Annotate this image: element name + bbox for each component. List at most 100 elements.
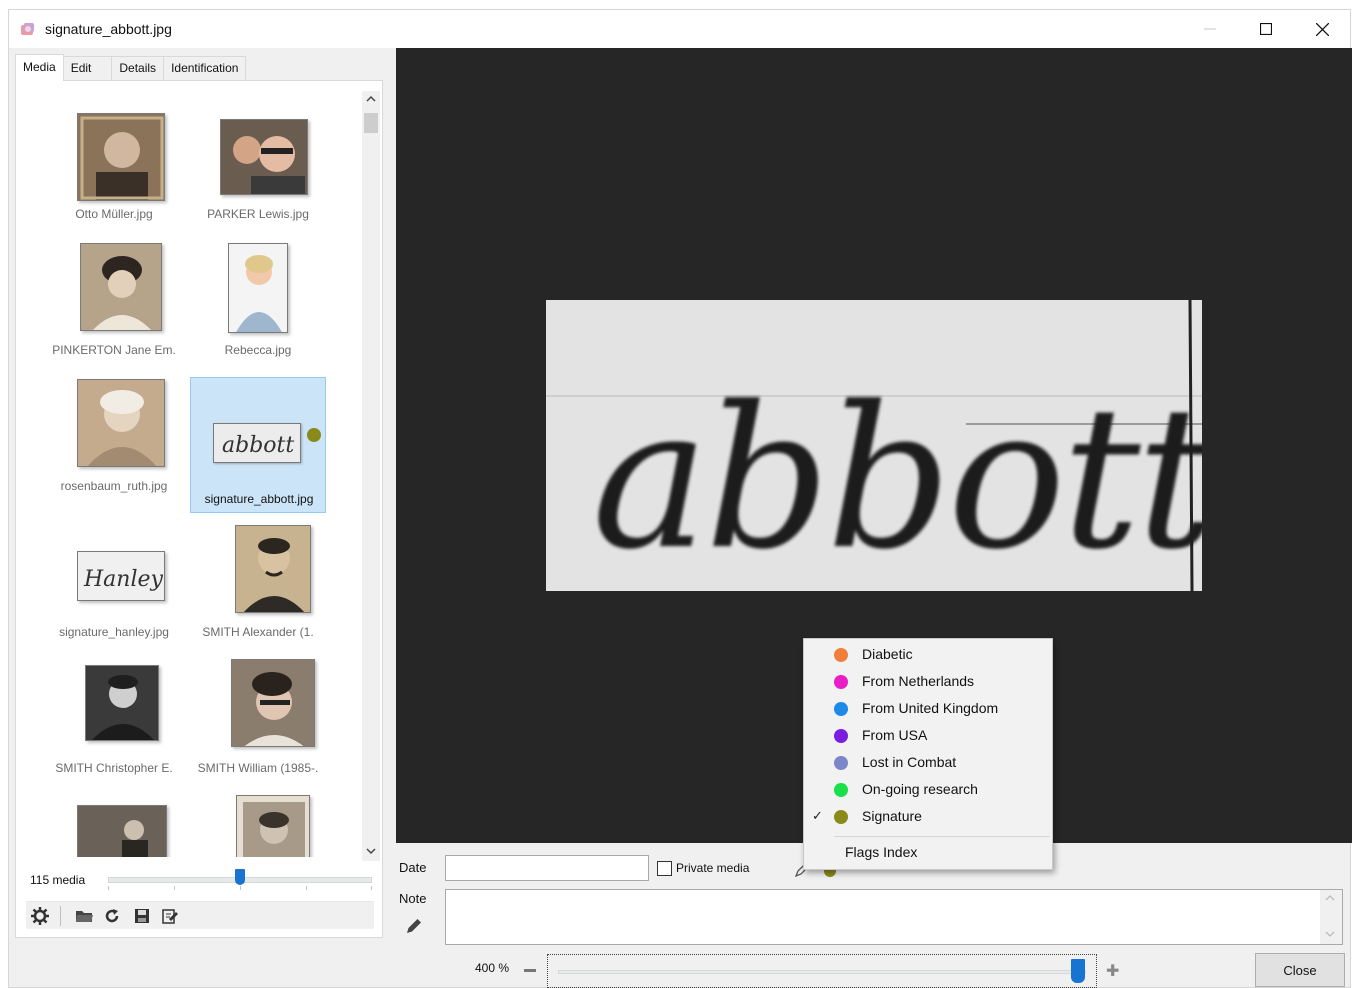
- thumbnail-image: [231, 659, 315, 747]
- flag-indicator-dot: [307, 428, 321, 442]
- thumbnail-label: SMITH Alexander (1.: [202, 625, 314, 639]
- menu-item-label: From USA: [862, 727, 928, 743]
- thumbnail-label: PARKER Lewis.jpg: [207, 207, 309, 221]
- thumbnail-item[interactable]: SMITH William (1985-.: [190, 649, 326, 785]
- menu-separator: [834, 836, 1050, 837]
- minimize-button[interactable]: [1187, 10, 1233, 48]
- menu-item-lost-in-combat[interactable]: Lost in Combat: [804, 749, 1052, 776]
- thumbnail-label: Otto Müller.jpg: [75, 207, 153, 221]
- media-window: signature_abbott.jpg Media Edit Details …: [8, 9, 1352, 988]
- thumbnail-image: [85, 665, 159, 741]
- thumbnail-image: abbott: [213, 423, 301, 463]
- zoom-level: 400 %: [475, 961, 510, 975]
- flag-color-dot: [834, 756, 848, 770]
- tab-identification[interactable]: Identification: [163, 56, 247, 80]
- gear-icon[interactable]: [30, 906, 50, 926]
- toolbar-divider: [60, 906, 61, 926]
- maximize-button[interactable]: [1243, 10, 1289, 48]
- minimize-icon: [1204, 28, 1216, 30]
- menu-item-from-united-kingdom[interactable]: From United Kingdom: [804, 695, 1052, 722]
- flag-color-dot: [834, 783, 848, 797]
- slider-thumb[interactable]: [235, 869, 245, 885]
- thumbnail-image: [228, 243, 288, 333]
- thumbnail-item[interactable]: Rebecca.jpg: [190, 241, 326, 377]
- zoom-in-icon[interactable]: ✚: [1106, 961, 1119, 981]
- close-window-button[interactable]: [1299, 10, 1345, 48]
- slider-tick: [306, 886, 307, 890]
- thumbnail-image: [77, 805, 167, 857]
- thumbnail-label: SMITH Christopher E.: [55, 761, 173, 775]
- flag-color-dot: [834, 675, 848, 689]
- menu-item-label: On-going research: [862, 781, 978, 797]
- thumbnail-scrollbar[interactable]: [362, 91, 380, 861]
- thumbnail-item-selected[interactable]: abbott signature_abbott.jpg: [190, 377, 326, 513]
- thumbnail-item[interactable]: [190, 785, 326, 857]
- thumbnail-size-slider[interactable]: [108, 869, 372, 891]
- slider-tick: [108, 886, 109, 890]
- thumbnail-image: [77, 113, 165, 201]
- thumbnail-item[interactable]: PINKERTON Jane Em.: [46, 241, 182, 377]
- thumbnail-item[interactable]: SMITH Alexander (1.: [190, 513, 326, 649]
- menu-item-flags-index[interactable]: Flags Index: [845, 844, 917, 860]
- scroll-down-icon[interactable]: [1324, 930, 1336, 941]
- menu-item-on-going-research[interactable]: On-going research: [804, 776, 1052, 803]
- thumbnail-grid: Otto Müller.jpg PARKER Lewis.jpg PINKERT…: [46, 105, 358, 857]
- tab-media[interactable]: Media: [15, 54, 64, 81]
- thumbnail-label: Rebecca.jpg: [224, 343, 292, 357]
- media-toolbar: [26, 901, 374, 929]
- thumbnail-item[interactable]: Hanley signature_hanley.jpg: [46, 513, 182, 649]
- thumbnail-item[interactable]: PARKER Lewis.jpg: [190, 105, 326, 241]
- title-bar: signature_abbott.jpg: [9, 10, 1350, 48]
- slider-tick: [371, 886, 372, 890]
- thumbnail-image: [235, 525, 311, 613]
- zoom-out-icon[interactable]: [524, 969, 536, 972]
- thumbnail-item[interactable]: SMITH Christopher E.: [46, 649, 182, 785]
- edit-document-icon[interactable]: [160, 906, 180, 926]
- scrollbar-thumb[interactable]: [364, 113, 378, 133]
- date-input[interactable]: [445, 855, 649, 881]
- app-icon: [19, 20, 37, 38]
- scroll-down-icon[interactable]: [362, 843, 380, 861]
- scroll-up-icon[interactable]: [362, 91, 380, 109]
- menu-item-label: From Netherlands: [862, 673, 975, 689]
- flag-color-dot: [834, 810, 848, 824]
- note-textarea[interactable]: [445, 889, 1343, 945]
- private-media-label: Private media: [676, 861, 750, 875]
- tab-edit[interactable]: Edit: [62, 56, 113, 80]
- menu-item-diabetic[interactable]: Diabetic: [804, 641, 1052, 668]
- refresh-icon[interactable]: [102, 906, 122, 926]
- thumbnail-label: SMITH William (1985-.: [197, 761, 319, 775]
- thumbnail-item[interactable]: Otto Müller.jpg: [46, 105, 182, 241]
- thumbnail-item[interactable]: rosenbaum_ruth.jpg: [46, 377, 182, 513]
- edit-note-pen-icon[interactable]: [405, 917, 423, 935]
- media-count: 115 media: [30, 873, 86, 887]
- close-icon: [1315, 22, 1329, 36]
- scroll-up-icon[interactable]: [1324, 894, 1336, 905]
- menu-item-from-usa[interactable]: From USA: [804, 722, 1052, 749]
- signature-thumbnail-text: abbott: [222, 433, 294, 458]
- tab-details[interactable]: Details: [111, 56, 165, 80]
- thumbnail-item[interactable]: [46, 785, 182, 857]
- thumbnail-label: signature_abbott.jpg: [204, 492, 314, 506]
- thumbnail-image: [77, 379, 165, 467]
- signature-image: abbott: [546, 300, 1202, 591]
- thumbnail-image: [80, 243, 162, 331]
- slider-tick: [240, 886, 241, 890]
- note-label: Note: [399, 891, 427, 906]
- window-title: signature_abbott.jpg: [45, 21, 172, 37]
- zoom-track: [558, 970, 1086, 974]
- thumbnail-label: rosenbaum_ruth.jpg: [60, 479, 168, 493]
- folder-open-icon[interactable]: [74, 906, 94, 926]
- close-button[interactable]: Close: [1255, 953, 1345, 987]
- menu-item-from-netherlands[interactable]: From Netherlands: [804, 668, 1052, 695]
- zoom-slider-thumb[interactable]: [1071, 959, 1085, 983]
- private-media-checkbox[interactable]: [657, 861, 672, 876]
- svg-text:Hanley: Hanley: [83, 567, 164, 592]
- menu-item-label: Lost in Combat: [862, 754, 957, 770]
- thumbnail-image: [236, 795, 310, 857]
- date-label: Date: [399, 860, 427, 875]
- menu-item-signature[interactable]: ✓ Signature: [804, 803, 1052, 830]
- save-icon[interactable]: [132, 906, 152, 926]
- note-scrollbar[interactable]: [1320, 890, 1342, 944]
- zoom-slider[interactable]: [547, 954, 1097, 988]
